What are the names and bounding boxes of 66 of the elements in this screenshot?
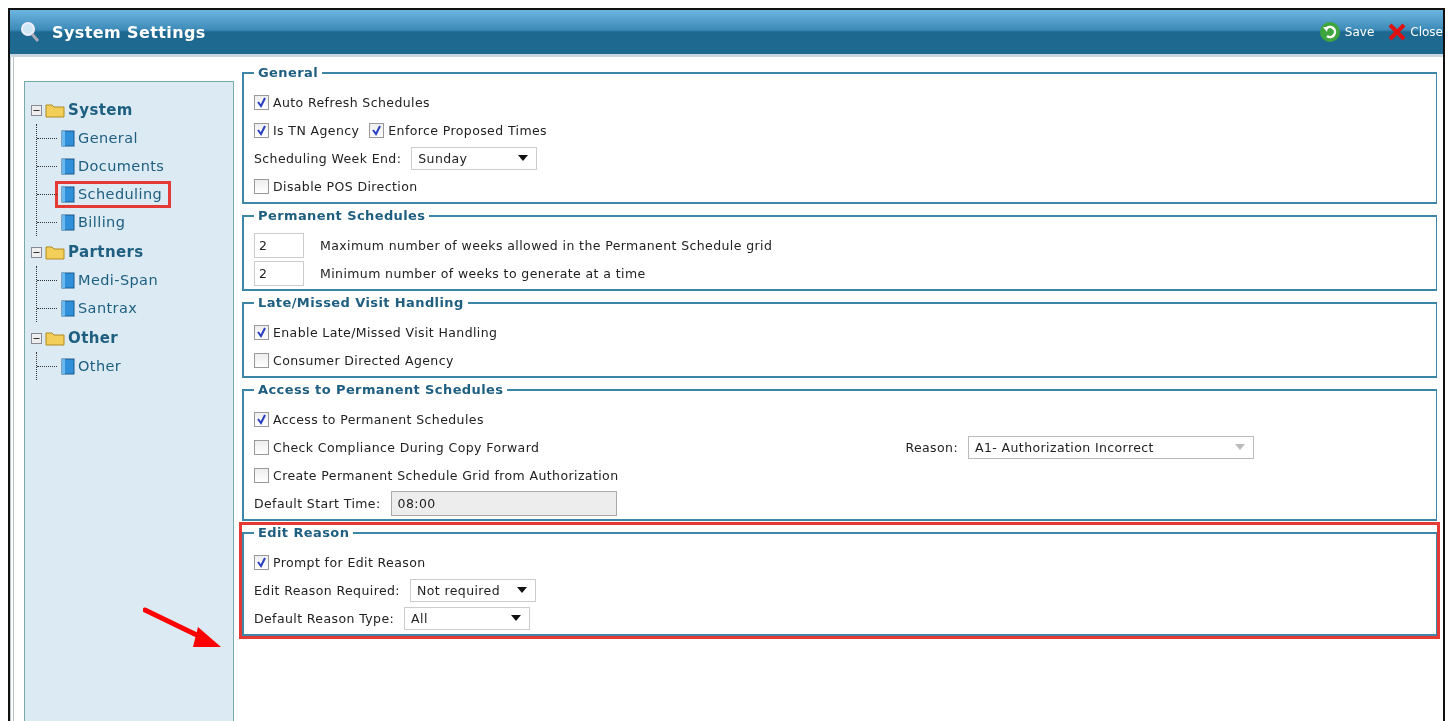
book-icon: [60, 185, 76, 203]
tree-group[interactable]: Other: [68, 329, 119, 347]
checkbox[interactable]: Enforce Proposed Times: [369, 122, 547, 138]
tree-item[interactable]: Medi-Span: [55, 266, 167, 294]
tree-item[interactable]: Scheduling: [55, 180, 172, 208]
field-label: Maximum number of weeks allowed in the Permanent Schedule grid: [320, 237, 773, 253]
checkbox[interactable]: Check Compliance During Copy Forward: [254, 439, 540, 455]
refresh-icon: [1318, 21, 1341, 43]
folder-icon: [45, 330, 65, 346]
tree-item[interactable]: Other: [55, 352, 131, 380]
close-button[interactable]: Close: [1388, 21, 1443, 43]
checkbox[interactable]: Disable POS Direction: [254, 178, 418, 194]
tree-group[interactable]: Partners: [68, 243, 144, 261]
number-field[interactable]: 2: [254, 232, 304, 258]
number-field[interactable]: 2: [254, 260, 304, 286]
save-button[interactable]: Save: [1318, 21, 1375, 43]
checkmark-icon: [255, 555, 268, 569]
folder-icon: [45, 102, 65, 118]
checkbox[interactable]: Access to Permanent Schedules: [254, 411, 484, 427]
field-label: Default Reason Type:: [254, 610, 395, 626]
checkbox[interactable]: Prompt for Edit Reason: [254, 554, 426, 570]
book-icon: [60, 213, 76, 231]
collapse-icon[interactable]: [31, 332, 42, 344]
field-label: Edit Reason Required:: [254, 582, 400, 598]
checkmark-icon: [255, 412, 268, 426]
checkmark-icon: [255, 325, 268, 339]
field-label: Minimum number of weeks to generate at a time: [320, 265, 646, 281]
folder-icon: [45, 244, 65, 260]
checkbox[interactable]: Create Permanent Schedule Grid from Authorization: [254, 467, 619, 483]
book-icon: [60, 129, 76, 147]
field-label: Default Start Time:: [254, 495, 381, 511]
collapse-icon[interactable]: [31, 246, 42, 258]
tree-item[interactable]: Billing: [55, 208, 135, 236]
magnifier-icon: [20, 21, 40, 43]
dropdown[interactable]: All: [404, 606, 531, 630]
dropdown[interactable]: Not required: [409, 578, 536, 602]
checkbox[interactable]: Is TN Agency: [254, 122, 360, 138]
dropdown[interactable]: Sunday: [411, 146, 538, 170]
checkbox[interactable]: Consumer Directed Agency: [254, 352, 454, 368]
book-icon: [60, 357, 76, 375]
tree-item[interactable]: General: [55, 124, 147, 152]
caret-icon: [1235, 444, 1245, 450]
field-label: Reason:: [905, 439, 958, 455]
tree-item[interactable]: Santrax: [55, 294, 147, 322]
book-icon: [60, 271, 76, 289]
book-icon: [60, 299, 76, 317]
checkmark-icon: [370, 123, 384, 137]
field-label: Scheduling Week End:: [254, 150, 402, 166]
collapse-icon[interactable]: [31, 104, 42, 116]
tree-group[interactable]: System: [68, 101, 133, 119]
group-title: Permanent Schedules: [257, 208, 427, 223]
group-title: Late/Missed Visit Handling: [257, 295, 465, 310]
group-title: General: [257, 65, 319, 80]
checkmark-icon: [255, 123, 268, 137]
caret-icon: [511, 615, 522, 621]
group-title: Edit Reason: [257, 525, 351, 540]
group-title: Access to Permanent Schedules: [257, 382, 505, 397]
caret-icon: [518, 155, 529, 161]
checkbox[interactable]: Auto Refresh Schedules: [254, 94, 430, 110]
checkbox[interactable]: Enable Late/Missed Visit Handling: [254, 324, 498, 340]
book-icon: [60, 157, 76, 175]
tree-item[interactable]: Documents: [55, 152, 174, 180]
window-title: System Settings: [52, 22, 206, 42]
caret-icon: [516, 587, 527, 593]
close-icon: [1388, 23, 1407, 41]
checkmark-icon: [255, 95, 268, 109]
